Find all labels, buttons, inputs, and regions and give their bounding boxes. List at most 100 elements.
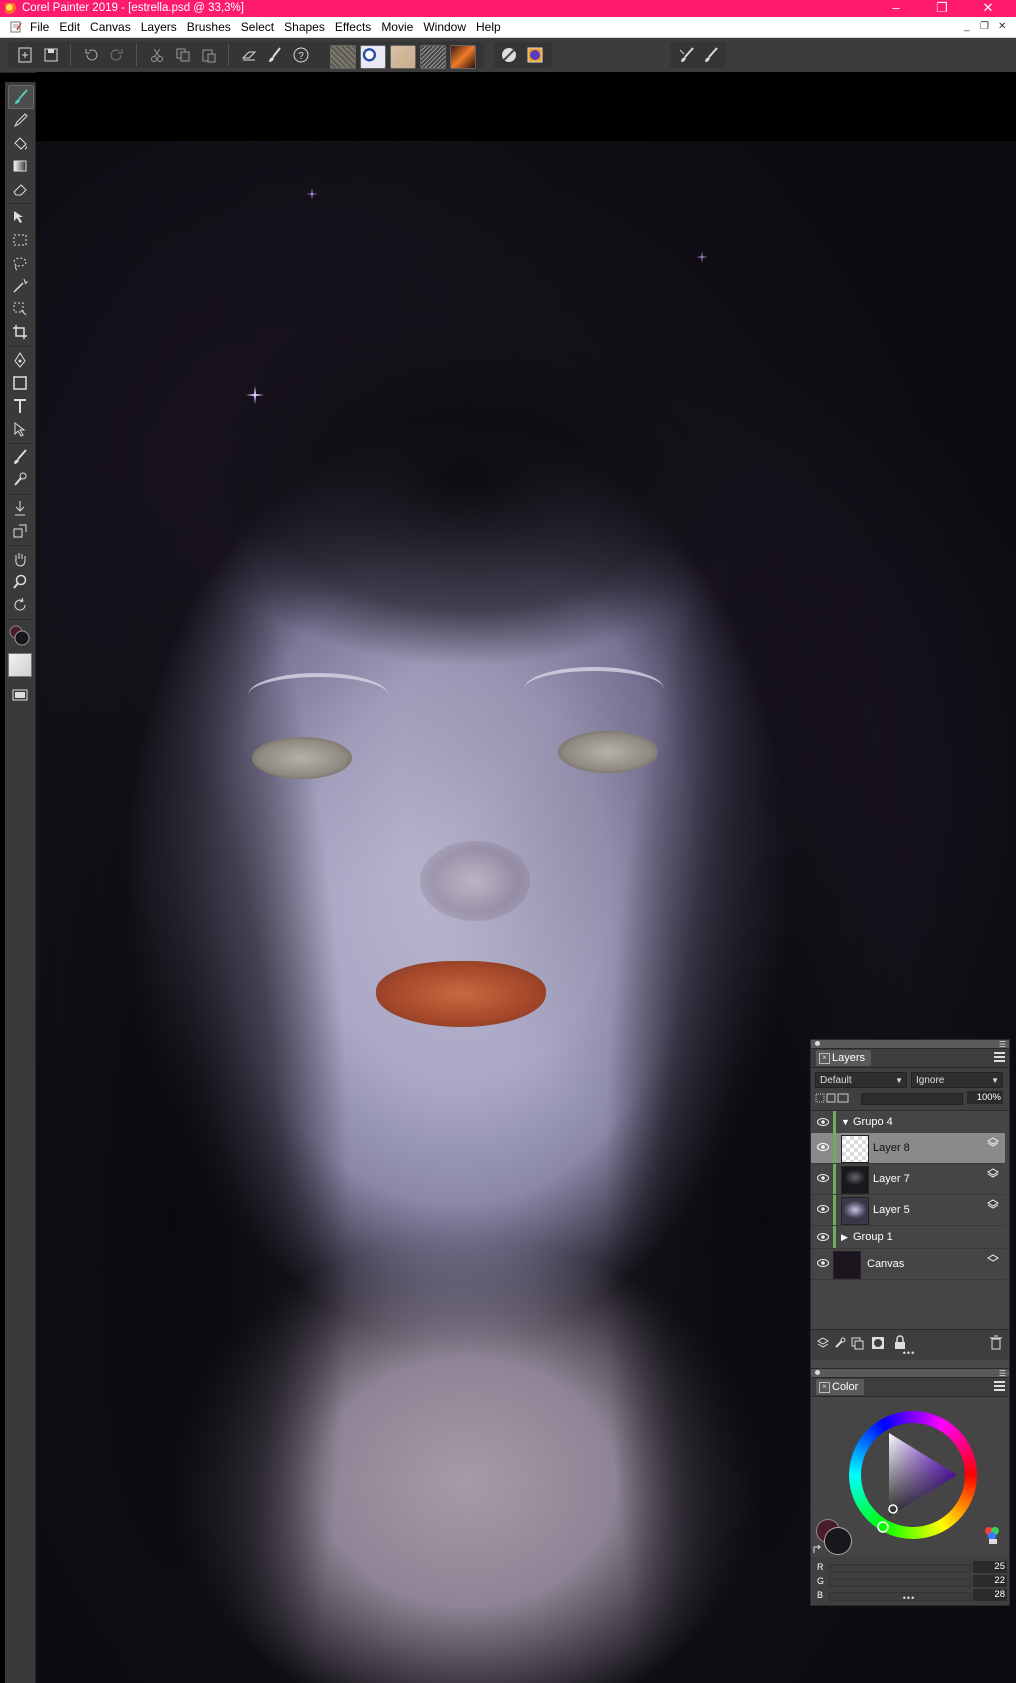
lasso-tool-icon[interactable] <box>8 252 32 274</box>
dodge-tool-icon[interactable] <box>8 497 32 519</box>
green-value[interactable]: 22 <box>973 1575 1007 1587</box>
shape-selection-tool-icon[interactable] <box>8 418 32 440</box>
menu-movie[interactable]: Movie <box>381 17 420 37</box>
minimize-button[interactable]: – <box>876 0 916 17</box>
magic-wand-tool-icon[interactable] <box>8 275 32 297</box>
layer-row[interactable]: Layer 8 <box>811 1133 1005 1164</box>
grabber-tool-icon[interactable] <box>8 548 32 570</box>
visibility-eye-icon[interactable] <box>817 1174 829 1182</box>
menu-brushes[interactable]: Brushes <box>187 17 238 37</box>
magnifier-tool-icon[interactable] <box>8 571 32 593</box>
new-document-icon[interactable] <box>14 44 36 66</box>
close-button[interactable]: ✕ <box>968 0 1008 17</box>
pattern-swatch[interactable] <box>360 45 386 69</box>
text-tool-icon[interactable] <box>8 395 32 417</box>
cloner-tool-icon[interactable] <box>8 446 32 468</box>
pen-tool-icon[interactable] <box>8 349 32 371</box>
doc-close-button[interactable]: ✕ <box>998 17 1006 37</box>
gradient-swatch[interactable] <box>420 45 446 69</box>
dropper-tool-icon[interactable] <box>8 109 32 131</box>
menu-select[interactable]: Select <box>241 17 281 37</box>
layer-group-row[interactable]: ▶ Group 1 <box>811 1226 1005 1249</box>
paint-bucket-tool-icon[interactable] <box>8 132 32 154</box>
menu-shapes[interactable]: Shapes <box>284 17 332 37</box>
layer-mask-icon[interactable] <box>871 1336 885 1350</box>
layer-adjuster-tool-icon[interactable] <box>8 206 32 228</box>
gradient-tool-icon[interactable] <box>8 155 32 177</box>
brush-controls-icon[interactable] <box>676 44 698 66</box>
menu-effects[interactable]: Effects <box>335 17 378 37</box>
save-icon[interactable] <box>40 44 62 66</box>
layer-group-row[interactable]: ▼ Grupo 4 <box>811 1111 1005 1134</box>
close-icon[interactable]: × <box>819 1382 830 1393</box>
green-slider-row[interactable]: G 22 <box>813 1575 1009 1589</box>
panel-resize-dots[interactable]: ••• <box>899 1593 919 1603</box>
transform-tool-icon[interactable] <box>8 298 32 320</box>
paper-texture-swatch[interactable] <box>330 45 356 69</box>
redo-icon[interactable] <box>106 44 128 66</box>
menu-file[interactable]: File <box>30 17 56 37</box>
menu-help[interactable]: Help <box>476 17 508 37</box>
opacity-field[interactable]: 100% <box>967 1091 1003 1104</box>
layers-tab[interactable]: × Layers <box>816 1050 872 1066</box>
rotate-page-tool-icon[interactable] <box>8 594 32 616</box>
rectangular-selection-tool-icon[interactable] <box>8 229 32 251</box>
swap-colors-icon[interactable] <box>812 1545 822 1555</box>
nozzle-swatch[interactable] <box>450 45 476 69</box>
dynamic-plugins-icon[interactable] <box>833 1336 847 1350</box>
red-slider-row[interactable]: R 25 <box>813 1561 1009 1575</box>
panel-menu-icon[interactable] <box>994 1052 1005 1062</box>
menu-layers[interactable]: Layers <box>141 17 184 37</box>
close-icon[interactable]: × <box>819 1053 830 1064</box>
restore-button[interactable]: ❐ <box>922 0 962 17</box>
doc-restore-button[interactable]: ❐ <box>980 17 989 37</box>
layer-row[interactable]: Canvas <box>811 1249 1005 1280</box>
undo-icon[interactable] <box>80 44 102 66</box>
eraser-tool-icon[interactable] <box>8 178 32 200</box>
flow-map-swatch[interactable] <box>390 45 416 69</box>
expand-triangle-icon[interactable]: ▼ <box>841 1111 850 1133</box>
visibility-eye-icon[interactable] <box>817 1259 829 1267</box>
paste-icon[interactable] <box>198 44 220 66</box>
main-color-swatch[interactable] <box>824 1527 852 1555</box>
red-value[interactable]: 25 <box>973 1561 1007 1573</box>
panel-resize-dots[interactable]: ••• <box>899 1348 919 1358</box>
brush-selector-icon[interactable] <box>498 44 520 66</box>
help-icon[interactable]: ? <box>290 44 312 66</box>
layer-commands-icon[interactable] <box>816 1336 830 1350</box>
opacity-slider[interactable] <box>861 1093 963 1105</box>
visibility-eye-icon[interactable] <box>817 1118 829 1126</box>
panel-menu-icon[interactable] <box>994 1381 1005 1391</box>
color-picker-icon[interactable] <box>983 1525 1003 1545</box>
color-swatches[interactable] <box>8 623 32 649</box>
clear-icon[interactable] <box>238 44 260 66</box>
layer-lock-icons[interactable] <box>815 1091 855 1105</box>
copy-icon[interactable] <box>172 44 194 66</box>
menu-edit[interactable]: Edit <box>59 17 87 37</box>
brush-icon[interactable] <box>264 44 286 66</box>
crop-tool-icon[interactable] <box>8 321 32 343</box>
visibility-eye-icon[interactable] <box>817 1143 829 1151</box>
color-tab[interactable]: × Color <box>816 1379 865 1395</box>
cut-icon[interactable] <box>146 44 168 66</box>
layer-row[interactable]: Layer 7 <box>811 1164 1005 1195</box>
trash-icon[interactable] <box>989 1335 1003 1350</box>
rectangle-shape-tool-icon[interactable] <box>8 372 32 394</box>
visibility-eye-icon[interactable] <box>817 1233 829 1241</box>
mirror-tool-icon[interactable] <box>8 520 32 542</box>
new-layer-icon[interactable] <box>850 1336 864 1350</box>
visibility-eye-icon[interactable] <box>817 1205 829 1213</box>
color-icon[interactable] <box>524 44 546 66</box>
layer-row[interactable]: Layer 5 <box>811 1195 1005 1226</box>
composite-method-dropdown[interactable]: Default ▼ <box>815 1072 907 1088</box>
screen-mode-icon[interactable] <box>8 684 32 706</box>
menu-window[interactable]: Window <box>423 17 473 37</box>
brush-tool-icon[interactable] <box>8 85 34 109</box>
menu-canvas[interactable]: Canvas <box>90 17 138 37</box>
expand-triangle-icon[interactable]: ▶ <box>841 1226 848 1248</box>
preserve-mode-dropdown[interactable]: Ignore ▼ <box>911 1072 1003 1088</box>
blue-value[interactable]: 28 <box>973 1589 1007 1601</box>
rubber-stamp-tool-icon[interactable] <box>8 469 32 491</box>
saturation-value-triangle[interactable] <box>849 1411 977 1539</box>
doc-minimize-button[interactable]: _ <box>964 17 970 37</box>
